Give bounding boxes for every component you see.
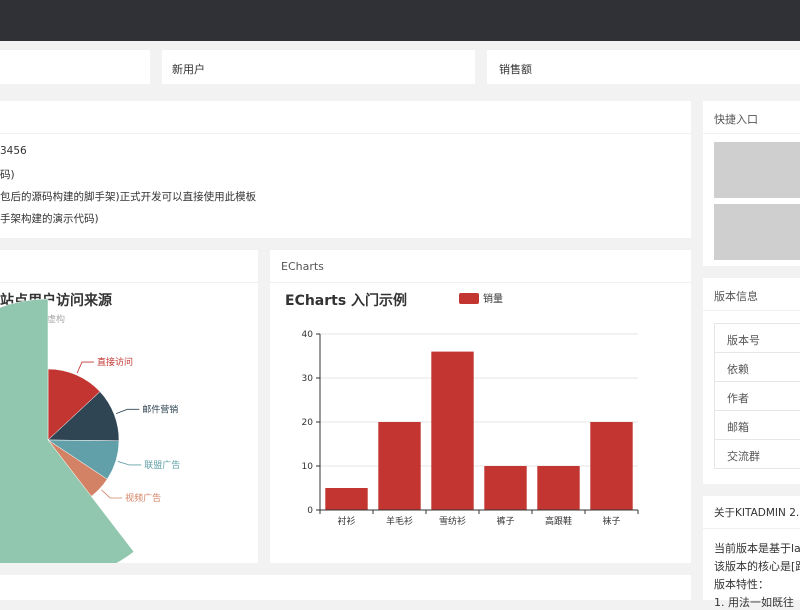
version-row: 版本号 <box>715 324 800 353</box>
bar-chart-card: ECharts ECharts 入门示例 销量 0 10 20 30 40 衬衫 羊毛衫 雪纺… <box>270 250 691 563</box>
y-tick-label: 20 <box>302 418 314 428</box>
about-line: 该版本的核心是[路 <box>714 560 800 573</box>
stat-card-sales: 销售额 <box>487 50 800 84</box>
legend-label: 销量 <box>483 292 503 305</box>
bar-chart-title: ECharts 入门示例 <box>285 292 407 309</box>
bar[interactable] <box>537 466 580 510</box>
x-tick-label: 裤子 <box>496 515 514 527</box>
bar[interactable] <box>325 488 368 510</box>
x-tick-label: 高跟鞋 <box>545 515 572 527</box>
x-tick-label: 袜子 <box>602 515 620 527</box>
bottom-panel <box>0 575 691 600</box>
pie-chart: 站点用户访问来源 纯属虚构 直接访问邮件营销联盟广告视频广告 <box>0 292 180 563</box>
version-row: 交流群 <box>715 440 800 469</box>
version-row-label: 版本号 <box>727 334 760 347</box>
stat-label-new-users: 新用户 <box>172 63 205 76</box>
version-row: 作者 <box>715 382 800 411</box>
legend-swatch <box>459 293 479 304</box>
about-line: 1. 用法一如既往 <box>714 596 794 609</box>
stat-card-new-users: 新用户 <box>162 50 475 84</box>
version-info-panel: 版本信息 版本号 依赖 作者 邮箱 交流群 <box>703 278 800 484</box>
info-panel: 3456 码) 包后的源码构建的脚手架)正式开发可以直接使用此模板 手架构建的演… <box>0 101 691 238</box>
info-line: 手架构建的演示代码) <box>0 213 99 225</box>
info-line: 3456 <box>0 145 27 157</box>
version-row-label: 依赖 <box>727 363 749 376</box>
quick-entry-tile[interactable] <box>714 204 800 260</box>
version-info-title: 版本信息 <box>714 290 758 303</box>
y-tick-label: 10 <box>302 462 314 472</box>
pie-label-line <box>115 408 140 415</box>
x-tick-label: 羊毛衫 <box>386 515 413 527</box>
x-tick-label: 雪纺衫 <box>439 515 466 527</box>
quick-entry-panel: 快捷入口 <box>703 101 800 266</box>
pie-slice-label: 邮件营销 <box>142 403 178 415</box>
stat-card-visits <box>0 50 150 84</box>
stat-label-sales: 销售额 <box>499 63 532 76</box>
info-line: 码) <box>0 169 15 181</box>
info-panel-header <box>0 101 691 134</box>
quick-entry-title: 快捷入口 <box>714 113 758 126</box>
version-row-label: 邮箱 <box>727 421 749 434</box>
about-line: 版本特性： <box>714 578 769 591</box>
pie-slice-label: 直接访问 <box>97 356 133 368</box>
version-row: 依赖 <box>715 353 800 382</box>
pie-chart-card: 站点用户访问来源 纯属虚构 直接访问邮件营销联盟广告视频广告 <box>0 250 258 563</box>
version-row-label: 交流群 <box>727 450 760 463</box>
about-line: 当前版本是基于lay <box>714 542 800 555</box>
pie-label-line <box>76 361 94 374</box>
info-line: 包后的源码构建的脚手架)正式开发可以直接使用此模板 <box>0 191 257 203</box>
bar[interactable] <box>378 422 421 510</box>
pie-slice-label: 视频广告 <box>125 492 161 504</box>
pie-slice-label: 联盟广告 <box>144 459 180 471</box>
bar[interactable] <box>590 422 633 510</box>
y-tick-label: 30 <box>302 374 314 384</box>
y-tick-label: 40 <box>302 330 314 340</box>
pie-label-line <box>101 489 123 499</box>
quick-entry-tile[interactable] <box>714 142 800 198</box>
version-table: 版本号 依赖 作者 邮箱 交流群 <box>714 323 800 469</box>
bar-chart: ECharts 入门示例 销量 0 10 20 30 40 衬衫 羊毛衫 雪纺衫 裤子 高跟鞋 袜子 <box>285 292 639 527</box>
x-tick-label: 衬衫 <box>337 515 355 527</box>
bar[interactable] <box>431 351 474 510</box>
version-row: 邮箱 <box>715 411 800 440</box>
y-tick-label: 0 <box>307 506 313 516</box>
version-row-label: 作者 <box>727 392 749 405</box>
pie-label-line <box>117 461 142 466</box>
about-title: 关于KITADMIN 2.0 <box>714 507 800 519</box>
top-navbar <box>0 0 800 41</box>
bar[interactable] <box>484 466 527 510</box>
